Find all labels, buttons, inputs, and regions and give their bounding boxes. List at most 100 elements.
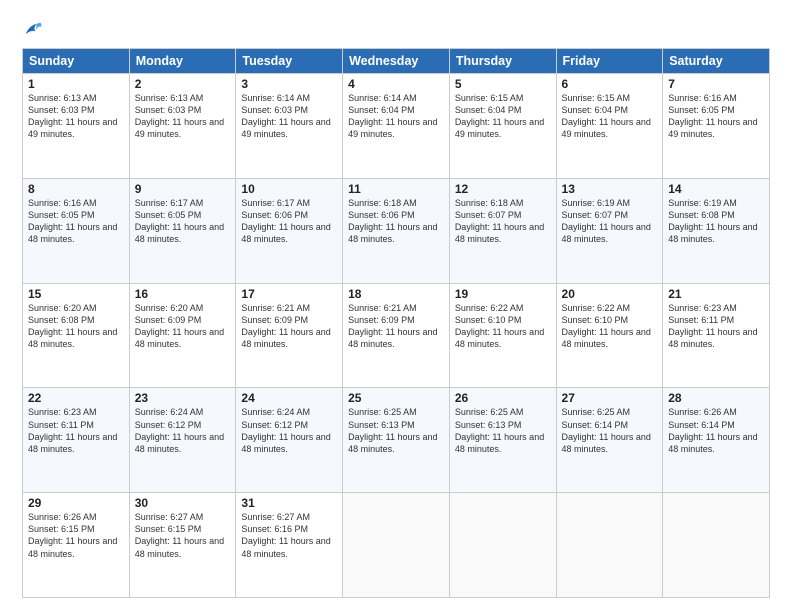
sunset-label: Sunset: 6:10 PM: [562, 315, 629, 325]
calendar-cell: 26 Sunrise: 6:25 AM Sunset: 6:13 PM Dayl…: [449, 388, 556, 493]
daylight-label: Daylight: 11 hours and 48 minutes.: [668, 222, 757, 244]
calendar-cell: 1 Sunrise: 6:13 AM Sunset: 6:03 PM Dayli…: [23, 74, 130, 179]
calendar-body: 1 Sunrise: 6:13 AM Sunset: 6:03 PM Dayli…: [23, 74, 770, 598]
sunset-label: Sunset: 6:05 PM: [28, 210, 95, 220]
day-info: Sunrise: 6:25 AM Sunset: 6:13 PM Dayligh…: [348, 406, 444, 455]
calendar-cell: 24 Sunrise: 6:24 AM Sunset: 6:12 PM Dayl…: [236, 388, 343, 493]
calendar-cell: 30 Sunrise: 6:27 AM Sunset: 6:15 PM Dayl…: [129, 493, 236, 598]
sunrise-label: Sunrise: 6:16 AM: [28, 198, 97, 208]
calendar-cell: 18 Sunrise: 6:21 AM Sunset: 6:09 PM Dayl…: [343, 283, 450, 388]
calendar-cell: 19 Sunrise: 6:22 AM Sunset: 6:10 PM Dayl…: [449, 283, 556, 388]
sunrise-label: Sunrise: 6:27 AM: [135, 512, 204, 522]
weekday-thursday: Thursday: [449, 49, 556, 74]
calendar-cell: 8 Sunrise: 6:16 AM Sunset: 6:05 PM Dayli…: [23, 178, 130, 283]
sunrise-label: Sunrise: 6:15 AM: [562, 93, 631, 103]
daylight-label: Daylight: 11 hours and 48 minutes.: [562, 432, 651, 454]
daylight-label: Daylight: 11 hours and 48 minutes.: [348, 327, 437, 349]
sunset-label: Sunset: 6:04 PM: [562, 105, 629, 115]
day-number: 14: [668, 182, 764, 196]
sunset-label: Sunset: 6:08 PM: [28, 315, 95, 325]
sunrise-label: Sunrise: 6:21 AM: [241, 303, 310, 313]
day-info: Sunrise: 6:19 AM Sunset: 6:08 PM Dayligh…: [668, 197, 764, 246]
day-info: Sunrise: 6:13 AM Sunset: 6:03 PM Dayligh…: [28, 92, 124, 141]
day-number: 10: [241, 182, 337, 196]
day-info: Sunrise: 6:14 AM Sunset: 6:04 PM Dayligh…: [348, 92, 444, 141]
sunset-label: Sunset: 6:11 PM: [668, 315, 734, 325]
sunset-label: Sunset: 6:10 PM: [455, 315, 522, 325]
sunrise-label: Sunrise: 6:13 AM: [28, 93, 97, 103]
calendar-cell: 20 Sunrise: 6:22 AM Sunset: 6:10 PM Dayl…: [556, 283, 663, 388]
day-info: Sunrise: 6:13 AM Sunset: 6:03 PM Dayligh…: [135, 92, 231, 141]
sunrise-label: Sunrise: 6:17 AM: [241, 198, 310, 208]
sunset-label: Sunset: 6:11 PM: [28, 420, 94, 430]
sunrise-label: Sunrise: 6:20 AM: [135, 303, 204, 313]
day-info: Sunrise: 6:24 AM Sunset: 6:12 PM Dayligh…: [135, 406, 231, 455]
sunset-label: Sunset: 6:12 PM: [241, 420, 308, 430]
sunrise-label: Sunrise: 6:25 AM: [455, 407, 524, 417]
week-row-2: 8 Sunrise: 6:16 AM Sunset: 6:05 PM Dayli…: [23, 178, 770, 283]
calendar-cell: 10 Sunrise: 6:17 AM Sunset: 6:06 PM Dayl…: [236, 178, 343, 283]
day-number: 26: [455, 391, 551, 405]
day-info: Sunrise: 6:21 AM Sunset: 6:09 PM Dayligh…: [241, 302, 337, 351]
day-number: 7: [668, 77, 764, 91]
day-number: 12: [455, 182, 551, 196]
page: SundayMondayTuesdayWednesdayThursdayFrid…: [0, 0, 792, 612]
day-number: 11: [348, 182, 444, 196]
day-info: Sunrise: 6:18 AM Sunset: 6:06 PM Dayligh…: [348, 197, 444, 246]
calendar-cell: 5 Sunrise: 6:15 AM Sunset: 6:04 PM Dayli…: [449, 74, 556, 179]
day-number: 3: [241, 77, 337, 91]
sunset-label: Sunset: 6:06 PM: [241, 210, 308, 220]
calendar-cell: 25 Sunrise: 6:25 AM Sunset: 6:13 PM Dayl…: [343, 388, 450, 493]
day-number: 2: [135, 77, 231, 91]
day-number: 27: [562, 391, 658, 405]
day-info: Sunrise: 6:15 AM Sunset: 6:04 PM Dayligh…: [455, 92, 551, 141]
daylight-label: Daylight: 11 hours and 48 minutes.: [135, 327, 224, 349]
day-info: Sunrise: 6:27 AM Sunset: 6:15 PM Dayligh…: [135, 511, 231, 560]
weekday-wednesday: Wednesday: [343, 49, 450, 74]
sunset-label: Sunset: 6:03 PM: [135, 105, 202, 115]
calendar-table: SundayMondayTuesdayWednesdayThursdayFrid…: [22, 48, 770, 598]
calendar-cell: 21 Sunrise: 6:23 AM Sunset: 6:11 PM Dayl…: [663, 283, 770, 388]
calendar-cell: 6 Sunrise: 6:15 AM Sunset: 6:04 PM Dayli…: [556, 74, 663, 179]
calendar-cell: 16 Sunrise: 6:20 AM Sunset: 6:09 PM Dayl…: [129, 283, 236, 388]
sunrise-label: Sunrise: 6:19 AM: [668, 198, 737, 208]
day-info: Sunrise: 6:26 AM Sunset: 6:14 PM Dayligh…: [668, 406, 764, 455]
calendar-cell: 12 Sunrise: 6:18 AM Sunset: 6:07 PM Dayl…: [449, 178, 556, 283]
sunrise-label: Sunrise: 6:18 AM: [348, 198, 417, 208]
day-info: Sunrise: 6:17 AM Sunset: 6:06 PM Dayligh…: [241, 197, 337, 246]
daylight-label: Daylight: 11 hours and 48 minutes.: [135, 222, 224, 244]
sunset-label: Sunset: 6:04 PM: [455, 105, 522, 115]
calendar-cell: [663, 493, 770, 598]
header: [22, 18, 770, 40]
day-number: 17: [241, 287, 337, 301]
calendar-cell: [449, 493, 556, 598]
day-number: 18: [348, 287, 444, 301]
sunset-label: Sunset: 6:09 PM: [135, 315, 202, 325]
sunrise-label: Sunrise: 6:22 AM: [455, 303, 524, 313]
day-info: Sunrise: 6:14 AM Sunset: 6:03 PM Dayligh…: [241, 92, 337, 141]
day-info: Sunrise: 6:22 AM Sunset: 6:10 PM Dayligh…: [562, 302, 658, 351]
day-number: 22: [28, 391, 124, 405]
daylight-label: Daylight: 11 hours and 48 minutes.: [562, 222, 651, 244]
calendar-cell: [556, 493, 663, 598]
day-number: 5: [455, 77, 551, 91]
weekday-friday: Friday: [556, 49, 663, 74]
daylight-label: Daylight: 11 hours and 49 minutes.: [348, 117, 437, 139]
sunrise-label: Sunrise: 6:22 AM: [562, 303, 631, 313]
daylight-label: Daylight: 11 hours and 48 minutes.: [668, 327, 757, 349]
day-number: 16: [135, 287, 231, 301]
day-number: 4: [348, 77, 444, 91]
day-info: Sunrise: 6:24 AM Sunset: 6:12 PM Dayligh…: [241, 406, 337, 455]
sunset-label: Sunset: 6:09 PM: [241, 315, 308, 325]
daylight-label: Daylight: 11 hours and 48 minutes.: [455, 432, 544, 454]
daylight-label: Daylight: 11 hours and 48 minutes.: [348, 222, 437, 244]
day-info: Sunrise: 6:25 AM Sunset: 6:13 PM Dayligh…: [455, 406, 551, 455]
calendar-cell: 13 Sunrise: 6:19 AM Sunset: 6:07 PM Dayl…: [556, 178, 663, 283]
sunrise-label: Sunrise: 6:23 AM: [668, 303, 737, 313]
sunrise-label: Sunrise: 6:25 AM: [348, 407, 417, 417]
sunrise-label: Sunrise: 6:18 AM: [455, 198, 524, 208]
calendar-cell: 9 Sunrise: 6:17 AM Sunset: 6:05 PM Dayli…: [129, 178, 236, 283]
daylight-label: Daylight: 11 hours and 49 minutes.: [668, 117, 757, 139]
sunset-label: Sunset: 6:04 PM: [348, 105, 415, 115]
day-info: Sunrise: 6:25 AM Sunset: 6:14 PM Dayligh…: [562, 406, 658, 455]
